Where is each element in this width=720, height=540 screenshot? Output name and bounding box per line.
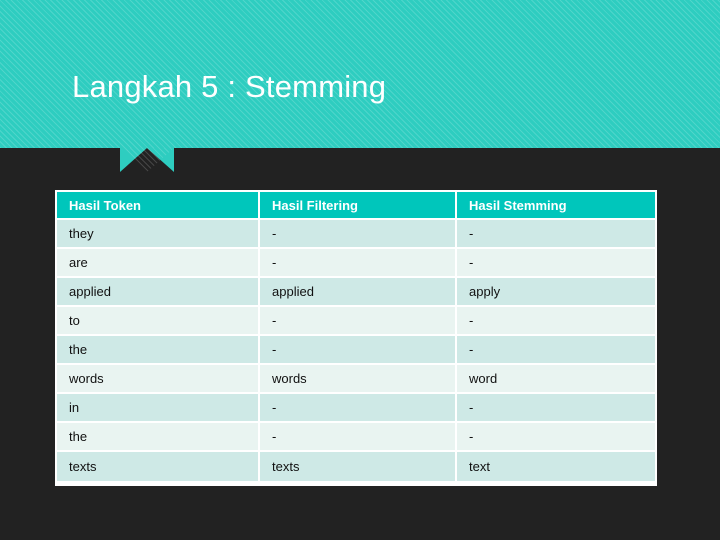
table-body: they - - are - - applied applied apply t… [57,220,655,481]
cell-stemming: - [457,336,655,365]
cell-filtering: - [260,307,457,336]
cell-stemming: - [457,249,655,278]
cell-token: the [57,423,260,452]
cell-stemming: - [457,220,655,249]
cell-filtering: applied [260,278,457,307]
cell-stemming: - [457,423,655,452]
cell-filtering: words [260,365,457,394]
column-header-hasil-token: Hasil Token [57,192,260,220]
table-row: in - - [57,394,655,423]
cell-filtering: - [260,336,457,365]
table-row: the - - [57,336,655,365]
table-row: texts texts text [57,452,655,481]
cell-stemming: text [457,452,655,481]
cell-token: in [57,394,260,423]
cell-stemming: - [457,394,655,423]
table-row: are - - [57,249,655,278]
table-row: to - - [57,307,655,336]
cell-filtering: - [260,423,457,452]
cell-stemming: word [457,365,655,394]
column-header-hasil-filtering: Hasil Filtering [260,192,457,220]
table-row: applied applied apply [57,278,655,307]
cell-token: the [57,336,260,365]
table-row: words words word [57,365,655,394]
table-header: Hasil Token Hasil Filtering Hasil Stemmi… [57,192,655,220]
cell-stemming: apply [457,278,655,307]
table-row: the - - [57,423,655,452]
cell-token: texts [57,452,260,481]
cell-stemming: - [457,307,655,336]
cell-token: are [57,249,260,278]
slide-canvas: Langkah 5 : Stemming Hasil Token Hasil F… [0,0,720,540]
table-header-row: Hasil Token Hasil Filtering Hasil Stemmi… [57,192,655,220]
cell-filtering: - [260,249,457,278]
cell-token: they [57,220,260,249]
stemming-results-table: Hasil Token Hasil Filtering Hasil Stemmi… [57,192,655,481]
cell-token: to [57,307,260,336]
cell-filtering: texts [260,452,457,481]
column-header-hasil-stemming: Hasil Stemming [457,192,655,220]
page-title: Langkah 5 : Stemming [72,69,387,104]
cell-token: applied [57,278,260,307]
table-row: they - - [57,220,655,249]
cell-filtering: - [260,220,457,249]
cell-token: words [57,365,260,394]
cell-filtering: - [260,394,457,423]
